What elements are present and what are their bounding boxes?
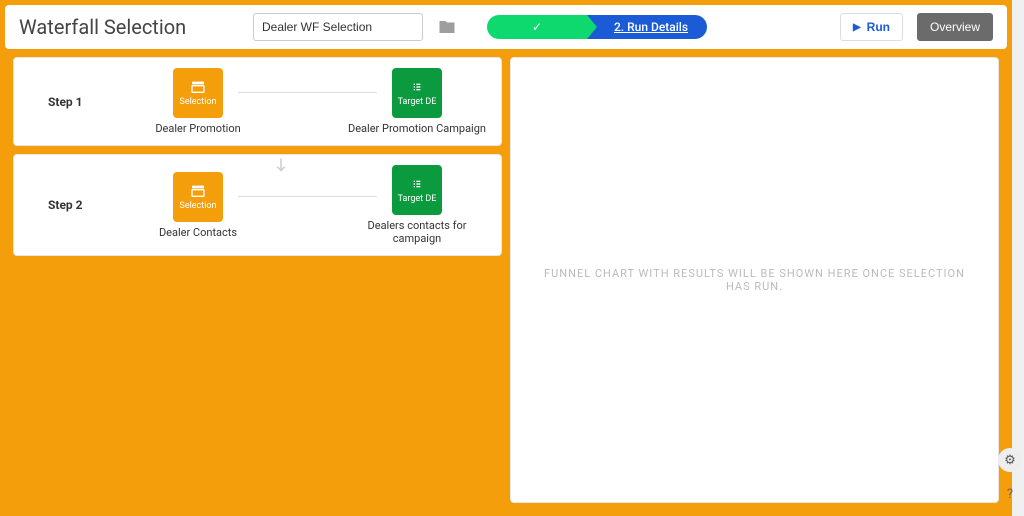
folder-icon[interactable] xyxy=(437,18,457,36)
arrow-down-icon xyxy=(271,154,291,178)
step-label: Step 1 xyxy=(28,95,128,109)
help-button[interactable]: ? xyxy=(998,482,1022,506)
step-indicator-done[interactable]: ✓ xyxy=(487,15,587,39)
selection-node[interactable]: Selection Dealer Contacts xyxy=(128,172,268,239)
selection-name-input[interactable] xyxy=(253,13,423,41)
run-button[interactable]: ▶ Run xyxy=(840,13,903,41)
node-type-label: Target DE xyxy=(398,97,437,107)
run-button-label: Run xyxy=(867,20,890,34)
header-bar: Waterfall Selection ✓ 2. Run Details ▶ R… xyxy=(5,5,1007,49)
node-type-label: Selection xyxy=(179,97,216,107)
help-icon: ? xyxy=(1007,487,1013,502)
results-placeholder: FUNNEL CHART WITH RESULTS WILL BE SHOWN … xyxy=(531,267,978,293)
settings-button[interactable]: ⚙ xyxy=(998,448,1022,472)
vertical-scrollbar[interactable] xyxy=(1012,0,1024,516)
step-indicator-active[interactable]: 2. Run Details xyxy=(587,15,707,39)
step-card: Step 2 Selection Dealer Contacts xyxy=(13,154,502,256)
step-card: Step 1 Selection Dealer Promotion xyxy=(13,57,502,146)
progress-stepper: ✓ 2. Run Details xyxy=(487,15,707,39)
selection-icon xyxy=(188,79,208,95)
selection-icon xyxy=(188,183,208,199)
step-label: Step 2 xyxy=(28,198,128,212)
target-de-icon xyxy=(407,79,427,95)
node-caption: Dealer Promotion Campaign xyxy=(348,122,486,135)
overview-button[interactable]: Overview xyxy=(917,13,993,41)
page-title: Waterfall Selection xyxy=(19,15,239,39)
node-type-label: Target DE xyxy=(398,194,437,204)
target-de-node[interactable]: Target DE Dealer Promotion Campaign xyxy=(347,68,487,135)
target-de-icon xyxy=(407,176,427,192)
node-caption: Dealer Contacts xyxy=(159,226,237,239)
node-caption: Dealer Promotion xyxy=(155,122,240,135)
node-type-label: Selection xyxy=(179,201,216,211)
checkmark-icon: ✓ xyxy=(532,20,542,34)
play-icon: ▶ xyxy=(853,22,861,33)
target-de-node[interactable]: Target DE Dealers contacts for campaign xyxy=(347,165,487,245)
steps-panel: Step 1 Selection Dealer Promotion xyxy=(13,57,502,503)
node-caption: Dealers contacts for campaign xyxy=(347,219,487,245)
results-panel: FUNNEL CHART WITH RESULTS WILL BE SHOWN … xyxy=(510,57,999,503)
gear-icon: ⚙ xyxy=(1004,453,1016,468)
selection-node[interactable]: Selection Dealer Promotion xyxy=(128,68,268,135)
